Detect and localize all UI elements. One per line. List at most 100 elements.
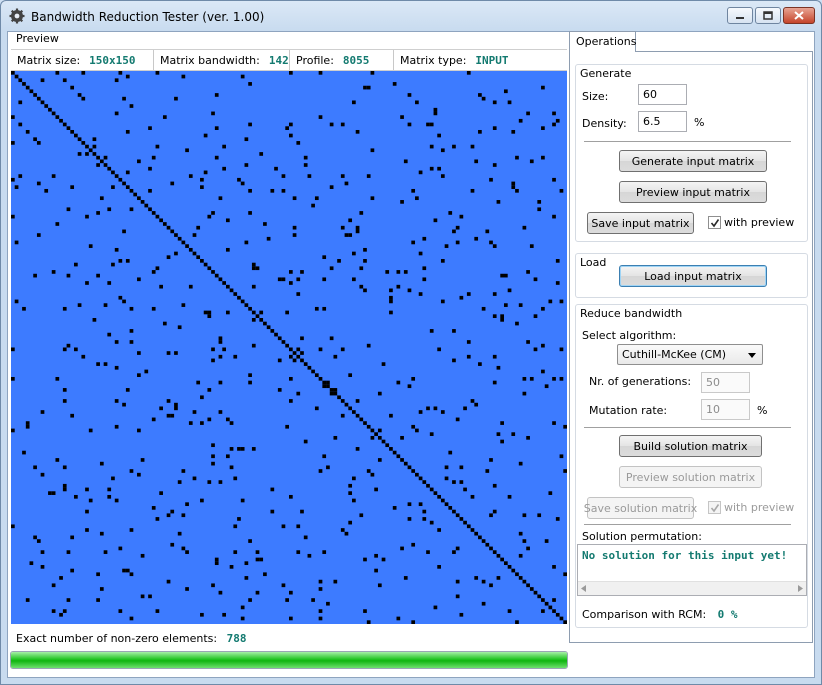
matrix-nonzero-cell (14, 240, 19, 245)
close-button[interactable] (783, 7, 815, 24)
matrix-nonzero-cell (300, 351, 304, 355)
comparison-value: 0 % (717, 608, 738, 621)
matrix-nonzero-cell (51, 491, 56, 495)
matrix-nonzero-cell (281, 174, 286, 178)
permutation-output[interactable]: No solution for this input yet! (577, 544, 807, 596)
matrix-nonzero-cell (248, 82, 252, 86)
matrix-nonzero-cell (377, 428, 382, 433)
matrix-diagonal-cell (188, 247, 193, 252)
load-input-matrix-button[interactable]: Load input matrix (619, 265, 767, 287)
matrix-nonzero-cell (529, 376, 534, 381)
close-icon (794, 11, 804, 20)
matrix-nonzero-cell (470, 188, 475, 193)
matrix-nonzero-cell (200, 498, 204, 503)
matrix-nonzero-cell (289, 399, 293, 403)
matrix-nonzero-cell (396, 380, 401, 385)
matrix-nonzero-cell (200, 185, 204, 189)
matrix-nonzero-cell (426, 122, 430, 127)
matrix-diagonal-cell (233, 292, 238, 296)
matrix-nonzero-cell (526, 111, 530, 116)
matrix-nonzero-cell (340, 347, 345, 352)
matrix-diagonal-cell (511, 568, 516, 573)
matrix-diagonal-cell (88, 148, 93, 153)
matrix-nonzero-cell (322, 277, 327, 282)
scroll-right-icon[interactable] (798, 585, 803, 592)
tab-operations[interactable]: Operations (569, 31, 636, 52)
matrix-nonzero-cell (511, 129, 516, 134)
build-solution-matrix-button[interactable]: Build solution matrix (619, 435, 762, 457)
matrix-nonzero-cell (422, 266, 427, 271)
matrix-nonzero-cell (541, 306, 545, 311)
solution-with-preview-checkbox[interactable]: with preview (708, 501, 794, 514)
matrix-nonzero-cell (492, 126, 497, 130)
matrix-diagonal-cell (22, 82, 26, 86)
matrix-nonzero-cell (492, 509, 497, 514)
maximize-button[interactable] (755, 7, 781, 24)
matrix-diagonal-cell (263, 321, 267, 326)
mutation-unit: % (757, 404, 768, 417)
matrix-nonzero-cell (303, 439, 308, 444)
matrix-nonzero-cell (88, 428, 93, 433)
mutation-input[interactable] (701, 399, 750, 420)
matrix-nonzero-cell (11, 376, 15, 381)
matrix-nonzero-cell (440, 259, 445, 263)
matrix-nonzero-cell (511, 181, 516, 186)
density-input[interactable] (638, 111, 687, 132)
matrix-nonzero-cell (218, 480, 223, 484)
with-preview-checkbox[interactable]: with preview (708, 216, 794, 229)
matrix-nonzero-cell (385, 270, 390, 274)
matrix-nonzero-cell (159, 284, 163, 289)
generate-input-matrix-button[interactable]: Generate input matrix (619, 150, 767, 172)
matrix-nonzero-cell (455, 240, 460, 245)
matrix-nonzero-cell (207, 388, 212, 392)
checkbox-box[interactable] (708, 216, 721, 229)
matrix-nonzero-cell (314, 306, 319, 311)
matrix-nonzero-cell (48, 491, 52, 495)
matrix-diagonal-cell (348, 406, 353, 411)
matrix-diagonal-cell (66, 126, 71, 130)
matrix-nonzero-cell (363, 259, 367, 263)
matrix-nonzero-cell (492, 292, 497, 296)
matrix-nonzero-cell (263, 222, 267, 226)
matrix-diagonal-cell (137, 196, 141, 201)
matrix-nonzero-cell (140, 594, 145, 599)
matrix-nonzero-cell (322, 454, 327, 459)
matrix-nonzero-cell (559, 299, 564, 304)
scroll-left-icon[interactable] (581, 585, 586, 592)
checkbox-box[interactable] (708, 501, 721, 514)
matrix-nonzero-cell (403, 576, 408, 580)
matrix-nonzero-cell (107, 494, 112, 499)
generations-input[interactable] (701, 372, 750, 393)
algorithm-select[interactable]: Cuthill-McKee (CM) (617, 344, 763, 365)
matrix-nonzero-cell (403, 270, 408, 274)
matrix-diagonal-cell (111, 170, 115, 175)
matrix-nonzero-cell (107, 207, 112, 212)
preview-solution-matrix-button[interactable]: Preview solution matrix (619, 466, 762, 488)
save-input-matrix-button[interactable]: Save input matrix (587, 212, 694, 234)
matrix-nonzero-cell (211, 111, 215, 116)
matrix-nonzero-cell (407, 122, 412, 127)
title-bar[interactable]: Bandwidth Reduction Tester (ver. 1.00) (1, 1, 821, 31)
matrix-diagonal-cell (370, 428, 375, 433)
matrix-nonzero-cell (225, 310, 230, 315)
matrix-diagonal-cell (374, 432, 378, 436)
matrix-diagonal-cell (225, 284, 230, 289)
matrix-diagonal-cell (207, 266, 212, 271)
matrix-nonzero-cell (292, 225, 297, 230)
matrix-nonzero-cell (411, 542, 416, 547)
matrix-diagonal-cell (377, 435, 382, 440)
horizontal-scrollbar[interactable] (578, 581, 806, 595)
matrix-nonzero-cell (403, 159, 408, 164)
matrix-nonzero-cell (266, 236, 271, 241)
stat-matrix-size: Matrix size: 150x150 (11, 50, 154, 70)
matrix-diagonal-cell (537, 594, 542, 599)
matrix-nonzero-cell (177, 325, 182, 330)
preview-input-matrix-button[interactable]: Preview input matrix (619, 181, 767, 203)
matrix-nonzero-cell (500, 439, 504, 444)
save-solution-matrix-button[interactable]: Save solution matrix (584, 497, 697, 519)
matrix-nonzero-cell (429, 432, 434, 436)
size-input[interactable] (638, 84, 687, 105)
matrix-nonzero-cell (552, 111, 556, 116)
minimize-button[interactable] (727, 7, 753, 24)
matrix-nonzero-cell (285, 126, 289, 130)
